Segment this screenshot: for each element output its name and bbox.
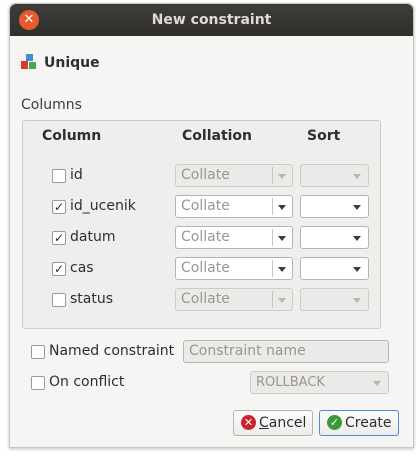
chevron-down-icon <box>353 236 361 241</box>
sort-select[interactable] <box>300 195 369 218</box>
collation-select[interactable]: Collate <box>175 226 293 249</box>
sort-header: Sort <box>307 128 341 144</box>
sort-select[interactable] <box>300 288 369 311</box>
collation-select[interactable]: Collate <box>175 164 293 187</box>
chevron-down-icon <box>353 205 361 210</box>
chevron-down-icon <box>353 298 361 303</box>
column-checkbox[interactable]: ✓ <box>52 200 66 214</box>
chevron-down-icon <box>278 236 286 241</box>
combo-divider <box>272 291 273 308</box>
sort-select[interactable] <box>300 257 369 280</box>
on-conflict-checkbox[interactable] <box>31 376 45 390</box>
named-constraint-checkbox[interactable] <box>31 345 45 359</box>
create-label: Create <box>345 415 392 431</box>
chevron-down-icon <box>353 267 361 272</box>
combo-divider <box>272 229 273 246</box>
create-button[interactable]: ✓ Create <box>319 410 399 436</box>
column-name: id <box>70 167 83 183</box>
combo-divider <box>272 260 273 277</box>
columns-label: Columns <box>21 97 82 113</box>
collation-select[interactable]: Collate <box>175 195 293 218</box>
chevron-down-icon <box>278 298 286 303</box>
column-checkbox[interactable]: ✓ <box>52 231 66 245</box>
column-name: id_ucenik <box>70 198 136 214</box>
constraint-name-input[interactable]: Constraint name <box>183 340 389 363</box>
on-conflict-select[interactable]: ROLLBACK <box>250 371 389 394</box>
unique-constraint-icon <box>21 54 36 69</box>
column-name: cas <box>70 260 94 276</box>
on-conflict-value: ROLLBACK <box>256 375 325 390</box>
column-checkbox[interactable] <box>52 169 66 183</box>
title-bar: ✕ New constraint <box>10 4 413 36</box>
chevron-down-icon <box>353 174 361 179</box>
collation-header: Collation <box>182 128 253 144</box>
combo-divider <box>272 167 273 184</box>
collation-value: Collate <box>181 167 230 183</box>
column-name: datum <box>70 229 116 245</box>
sort-select[interactable] <box>300 164 369 187</box>
column-name: status <box>70 291 114 307</box>
chevron-down-icon <box>278 174 286 179</box>
chevron-down-icon <box>278 205 286 210</box>
create-icon: ✓ <box>327 415 342 430</box>
collation-value: Collate <box>181 291 230 307</box>
collation-select[interactable]: Collate <box>175 257 293 280</box>
on-conflict-label: On conflict <box>49 374 125 390</box>
chevron-down-icon <box>278 267 286 272</box>
collation-value: Collate <box>181 260 230 276</box>
cancel-button[interactable]: ✕ Cancel <box>233 410 313 436</box>
chevron-down-icon <box>373 381 381 386</box>
collation-value: Collate <box>181 229 230 245</box>
collation-value: Collate <box>181 198 230 214</box>
combo-divider <box>272 198 273 215</box>
column-checkbox[interactable]: ✓ <box>52 262 66 276</box>
cancel-icon: ✕ <box>241 415 256 430</box>
cancel-label: Cancel <box>259 415 307 431</box>
column-checkbox[interactable] <box>52 293 66 307</box>
sort-select[interactable] <box>300 226 369 249</box>
constraint-type-label: Unique <box>44 55 100 71</box>
window-title: New constraint <box>151 12 272 28</box>
collation-select[interactable]: Collate <box>175 288 293 311</box>
named-constraint-label: Named constraint <box>49 343 175 359</box>
column-header: Column <box>42 128 102 144</box>
